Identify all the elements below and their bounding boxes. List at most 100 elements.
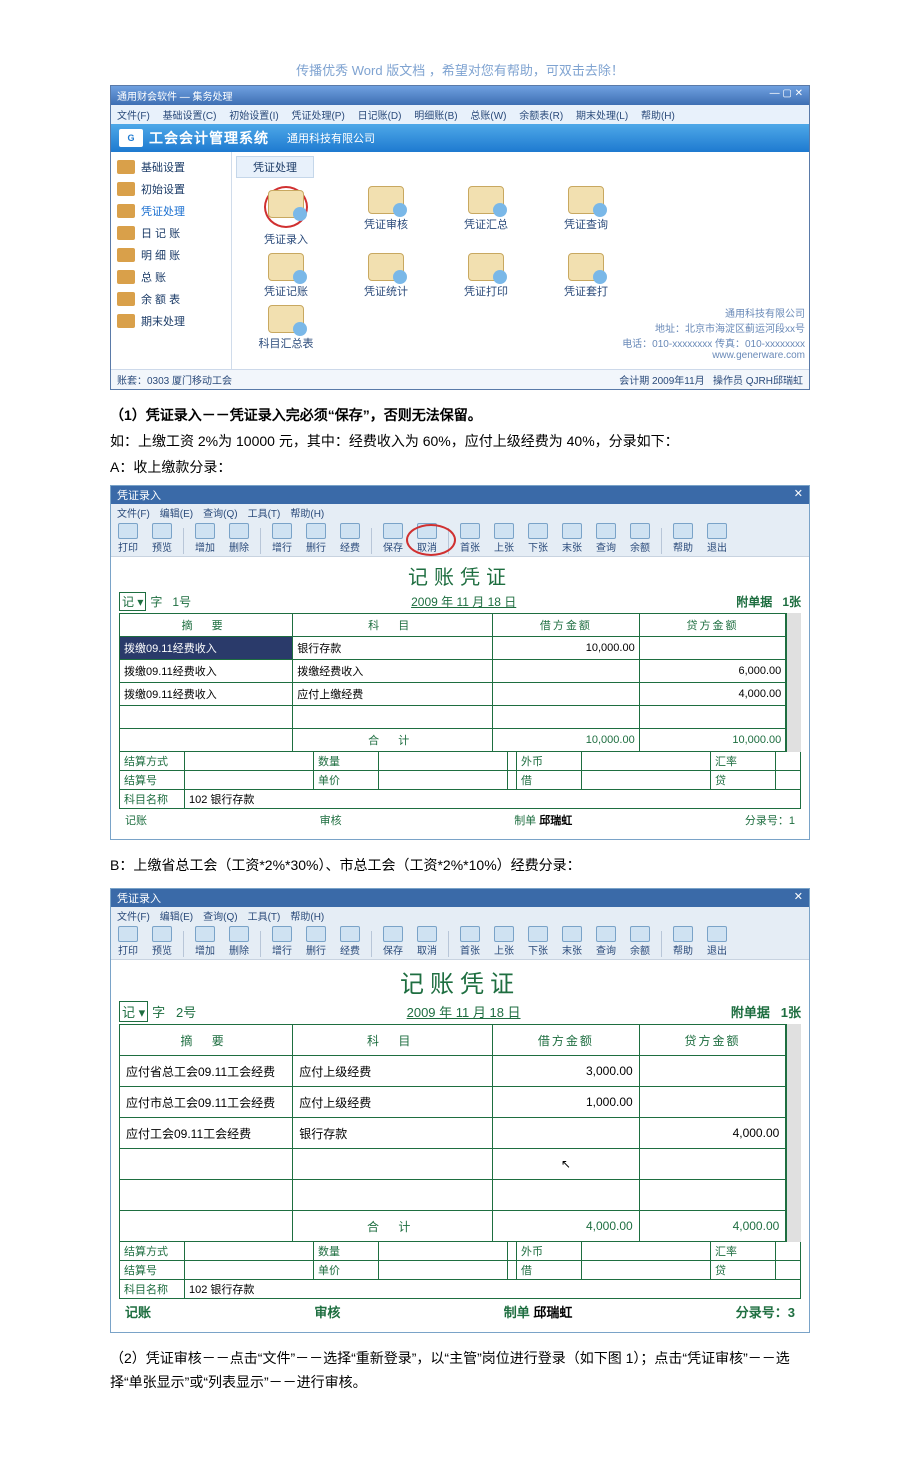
doc-icon [268,253,304,281]
doc-icon [268,305,304,333]
sidebar-item[interactable]: 基础设置 [111,156,231,178]
app-icon[interactable]: 凭证打印 [436,253,536,299]
sidebar-item[interactable]: 期末处理 [111,310,231,332]
foot-check: 审核 [314,1302,340,1321]
tb-delrow[interactable]: 删行 [303,926,329,957]
tb-save[interactable]: 保存 [380,523,406,554]
sidebar-item[interactable]: 余 额 表 [111,288,231,310]
app-icon[interactable]: 凭证记账 [236,253,336,299]
banner-title: 工会会计管理系统 [149,128,269,148]
voucher-menubar[interactable]: 文件(F)编辑(E)查询(Q)工具(T)帮助(H) [111,504,809,521]
window-title: 通用财会软件 — 集务处理 [117,88,233,103]
tb-help[interactable]: 帮助 [670,523,696,554]
voucher-number: 2号 [176,1002,196,1021]
attach-count: 1张 [782,595,801,609]
tb-fee[interactable]: 经费 [337,926,363,957]
foot-seq: 分录号：1 [745,812,795,828]
menu-item[interactable]: 文件(F) [117,111,150,122]
menu-item[interactable]: 余额表(R) [519,111,563,122]
tb-delrow[interactable]: 删行 [303,523,329,554]
tb-fee[interactable]: 经费 [337,523,363,554]
app-icon[interactable]: 凭证统计 [336,253,436,299]
status-left: 账套：0303 厦门移动工会 [117,372,232,387]
menu-item[interactable]: 帮助(H) [641,111,675,122]
folder-icon [117,226,135,240]
tb-preview[interactable]: 预览 [149,523,175,554]
app-icon[interactable]: 凭证查询 [536,186,636,247]
tb-search[interactable]: 查询 [593,926,619,957]
menu-item[interactable]: 日记账(D) [358,111,402,122]
menubar[interactable]: 文件(F) 基础设置(C) 初始设置(I) 凭证处理(P) 日记账(D) 明细账… [111,105,809,124]
tel-line: 电话：010-xxxxxxxx 传真：010-xxxxxxxx [336,335,805,350]
voucher-date: 2009 年 11 月 18 日 [191,593,736,610]
word-select[interactable]: 记 ▾ [119,592,146,611]
tb-preview[interactable]: 预览 [149,926,175,957]
close-icon[interactable]: ✕ [794,487,803,503]
paragraph-2: （2）凭证审核－－点击“文件”－－选择“重新登录”，以“主管”岗位进行登录（如下… [110,1347,810,1395]
window-controls[interactable]: — ▢ ✕ [770,88,803,103]
voucher-titlebar: 凭证录入✕ [111,486,809,504]
tb-prev[interactable]: 上张 [491,523,517,554]
tb-exit[interactable]: 退出 [704,523,730,554]
sidebar-item[interactable]: 明 细 账 [111,244,231,266]
word-select[interactable]: 记 ▾ [119,1001,148,1022]
url-line: www.generware.com [336,350,805,361]
voucher-toolbar: 打印 预览 增加 删除 增行 删行 经费 保存 取消 首张 上张 下张 末张 查… [111,924,809,960]
tb-print[interactable]: 打印 [115,523,141,554]
tb-last[interactable]: 末张 [559,926,585,957]
voucher-titlebar: 凭证录入✕ [111,889,809,907]
app-icon[interactable]: 凭证套打 [536,253,636,299]
tb-next[interactable]: 下张 [525,926,551,957]
sidebar-item-active[interactable]: 凭证处理 [111,200,231,222]
tb-next[interactable]: 下张 [525,523,551,554]
voucher-menubar[interactable]: 文件(F)编辑(E)查询(Q)工具(T)帮助(H) [111,907,809,924]
tb-add[interactable]: 增加 [192,926,218,957]
tb-save[interactable]: 保存 [380,926,406,957]
tb-addrow[interactable]: 增行 [269,523,295,554]
tb-exit[interactable]: 退出 [704,926,730,957]
header-note: 传播优秀 Word 版文档 ，希望对您有帮助，可双击去除！ [110,60,810,79]
tb-help[interactable]: 帮助 [670,926,696,957]
addr-line: 地址：北京市海淀区蓟运河段xx号 [336,320,805,335]
sidebar-item[interactable]: 总 账 [111,266,231,288]
voucher-date: 2009 年 11 月 18 日 [196,1002,731,1021]
sidebar-item[interactable]: 日 记 账 [111,222,231,244]
menu-item[interactable]: 基础设置(C) [163,111,217,122]
menu-item[interactable]: 期末处理(L) [576,111,628,122]
tb-addrow[interactable]: 增行 [269,926,295,957]
content-area: 凭证处理 凭证录入 凭证审核 凭证汇总 凭证查询 凭证记账 凭证统计 凭证打印 … [232,152,809,369]
menu-item[interactable]: 凭证处理(P) [291,111,344,122]
menu-item[interactable]: 明细账(B) [414,111,457,122]
menu-item[interactable]: 初始设置(I) [229,111,278,122]
doc-icon [468,186,504,214]
tb-first[interactable]: 首张 [457,523,483,554]
banner-subtitle: 通用科技有限公司 [287,130,375,146]
voucher-info: 结算方式 数量 外币 汇率 结算号 单价 借 贷 科目名称102 银行存款 [119,752,801,809]
close-icon[interactable]: ✕ [794,890,803,906]
app-icon[interactable]: 科目汇总表 [236,305,336,355]
tb-prev[interactable]: 上张 [491,926,517,957]
doc-icon [568,253,604,281]
tb-balance[interactable]: 余额 [627,523,653,554]
scrollbar[interactable] [786,613,801,752]
tb-add[interactable]: 增加 [192,523,218,554]
scrollbar[interactable] [786,1024,801,1242]
tb-del[interactable]: 删除 [226,926,252,957]
tb-last[interactable]: 末张 [559,523,585,554]
tb-first[interactable]: 首张 [457,926,483,957]
tb-print[interactable]: 打印 [115,926,141,957]
doc-icon [368,186,404,214]
app-icon[interactable]: 凭证汇总 [436,186,536,247]
folder-icon [117,248,135,262]
menu-item[interactable]: 总账(W) [470,111,506,122]
tb-balance[interactable]: 余额 [627,926,653,957]
voucher-info: 结算方式 数量 外币 汇率 结算号 单价 借 贷 科目名称102 银行存款 [119,1242,801,1299]
sidebar-item[interactable]: 初始设置 [111,178,231,200]
tb-search[interactable]: 查询 [593,523,619,554]
app-icon-voucher-entry[interactable]: 凭证录入 [236,186,336,247]
tb-del[interactable]: 删除 [226,523,252,554]
tb-cancel[interactable]: 取消 [414,926,440,957]
app-icon[interactable]: 凭证审核 [336,186,436,247]
cell-selected[interactable]: 拨缴09.11经费收入 [120,637,293,660]
titlebar: 通用财会软件 — 集务处理 — ▢ ✕ [111,86,809,105]
